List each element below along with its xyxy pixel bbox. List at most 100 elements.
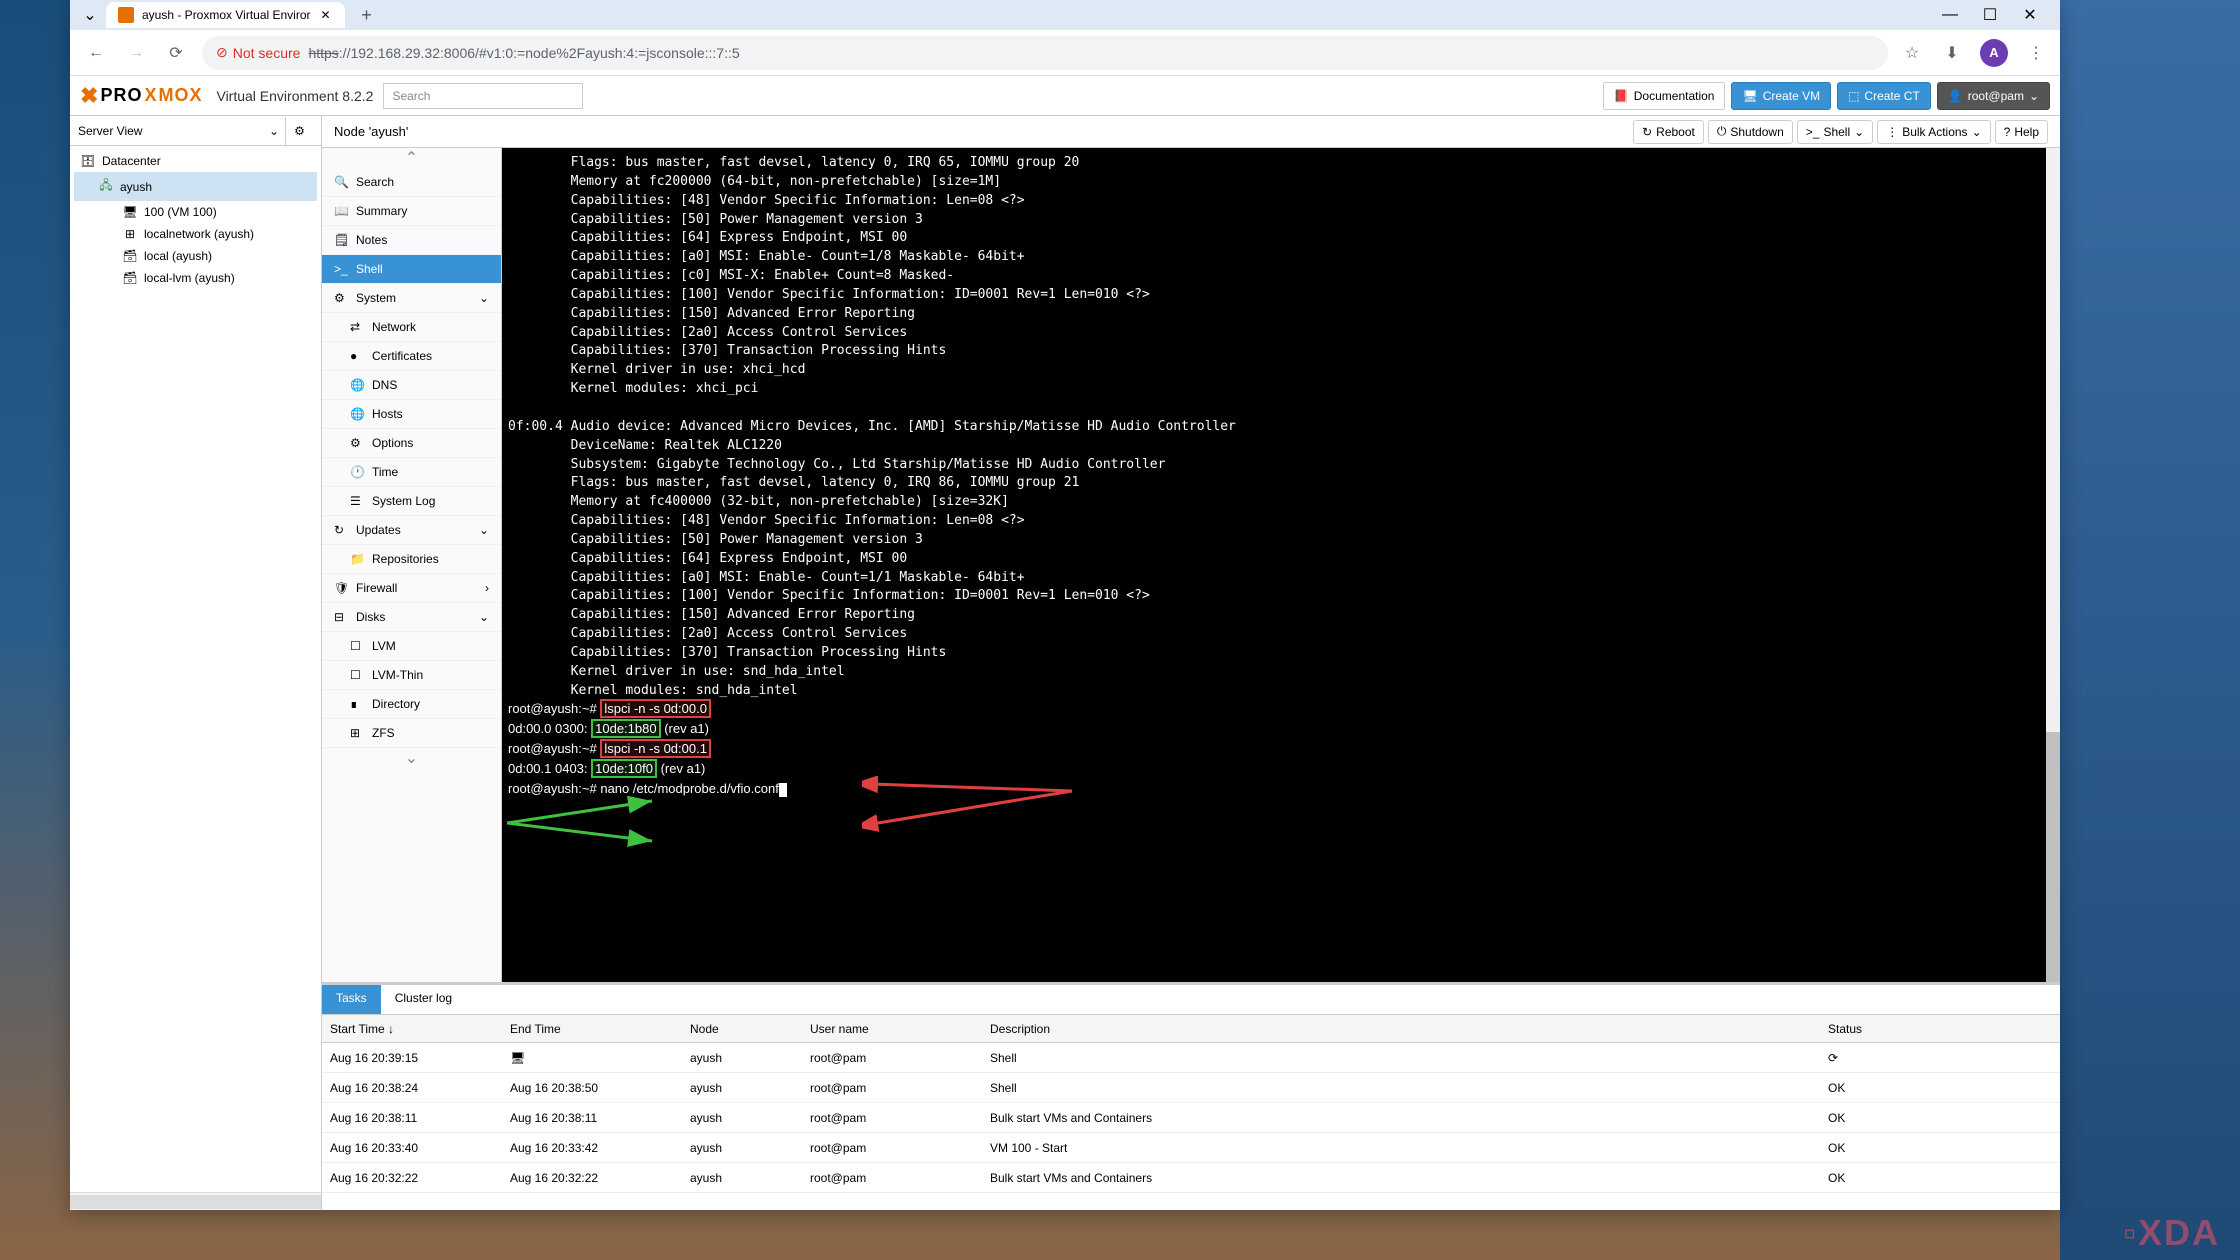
reboot-button[interactable]: ↻Reboot (1633, 120, 1704, 144)
tree-local[interactable]: 🗃local (ayush) (74, 245, 317, 267)
header-description[interactable]: Description (982, 1022, 1820, 1036)
table-row[interactable]: Aug 16 20:39:15🖥ayushroot@pamShell⟳ (322, 1043, 2060, 1073)
subnav-scroll-up[interactable]: ⌃ (322, 148, 501, 168)
subnav-shell[interactable]: >_Shell (322, 255, 501, 284)
back-button[interactable]: ← (82, 39, 110, 67)
subnav-search[interactable]: 🔍Search (322, 168, 501, 197)
bulk-actions-button[interactable]: ⋮Bulk Actions ⌄ (1877, 120, 1990, 144)
highlight-id-1: 10de:1b80 (591, 719, 660, 738)
tree-localnetwork[interactable]: ⊞localnetwork (ayush) (74, 223, 317, 245)
desktop-wallpaper-lamp (0, 940, 80, 1260)
browser-tab-bar: ⌄ ayush - Proxmox Virtual Enviror ✕ + — … (70, 0, 2060, 30)
create-ct-button[interactable]: ⬚Create CT (1837, 82, 1931, 110)
tree-datacenter[interactable]: 🗄Datacenter (74, 150, 317, 172)
book-icon: 📕 (1614, 89, 1629, 103)
view-selector[interactable]: Server View ⌄ (78, 124, 279, 138)
subnav-system[interactable]: ⚙System⌄ (322, 284, 501, 313)
subnav-firewall[interactable]: 🛡Firewall› (322, 574, 501, 603)
subnav-summary[interactable]: 📖Summary (322, 197, 501, 226)
header-status[interactable]: Status (1820, 1022, 2060, 1036)
certificate-icon: ● (350, 349, 364, 363)
table-row[interactable]: Aug 16 20:38:24Aug 16 20:38:50ayushroot@… (322, 1073, 2060, 1103)
tree-vm-100[interactable]: 🖥100 (VM 100) (74, 201, 317, 223)
subnav-lvm[interactable]: ☐LVM (322, 632, 501, 661)
node-icon: 🖧 (98, 176, 114, 197)
subnav-scroll-down[interactable]: ⌄ (322, 748, 501, 768)
subnav-lvm-thin[interactable]: ☐LVM-Thin (322, 661, 501, 690)
browser-menu-icon[interactable]: ⋮ (2024, 41, 2048, 65)
subnav-repositories[interactable]: 📁Repositories (322, 545, 501, 574)
subnav-updates[interactable]: ↻Updates⌄ (322, 516, 501, 545)
subnav-hosts[interactable]: 🌐Hosts (322, 400, 501, 429)
log-tab-tasks[interactable]: Tasks (322, 985, 381, 1014)
tree-horizontal-scrollbar[interactable] (70, 1192, 321, 1210)
user-menu-button[interactable]: 👤root@pam ⌄ (1937, 82, 2050, 110)
not-secure-badge[interactable]: ⊘ Not secure (216, 44, 300, 61)
global-search-input[interactable]: Search (383, 83, 583, 109)
bookmark-star-icon[interactable]: ☆ (1900, 41, 1924, 65)
monitor-icon: 🖥 (122, 205, 138, 219)
node-toolbar: Node 'ayush' ↻Reboot ⏻Shutdown >_Shell ⌄… (322, 116, 2060, 148)
cube-icon: ⬚ (1848, 89, 1859, 103)
header-start-time[interactable]: Start Time ↓ (322, 1022, 502, 1036)
tab-title: ayush - Proxmox Virtual Enviror (142, 8, 311, 22)
tree-local-lvm[interactable]: 🗃local-lvm (ayush) (74, 267, 317, 289)
new-tab-button[interactable]: + (353, 1, 381, 29)
close-window-button[interactable]: ✕ (2020, 5, 2040, 25)
highlight-cmd-2: lspci -n -s 0d:00.1 (600, 739, 711, 758)
url-text: https://192.168.29.32:8006/#v1:0:=node%2… (308, 45, 739, 61)
task-table-header[interactable]: Start Time ↓ End Time Node User name Des… (322, 1015, 2060, 1043)
table-row[interactable]: Aug 16 20:32:22Aug 16 20:32:22ayushroot@… (322, 1163, 2060, 1193)
table-row[interactable]: Aug 16 20:38:11Aug 16 20:38:11ayushroot@… (322, 1103, 2060, 1133)
subnav-dns[interactable]: 🌐DNS (322, 371, 501, 400)
monitor-icon: 🖥 (510, 1051, 525, 1065)
shell-dropdown-button[interactable]: >_Shell ⌄ (1797, 120, 1873, 144)
subnav-directory[interactable]: ∎Directory (322, 690, 501, 719)
reload-button[interactable]: ⟳ (162, 39, 190, 67)
tab-close-icon[interactable]: ✕ (319, 8, 333, 22)
subnav-zfs[interactable]: ⊞ZFS (322, 719, 501, 748)
maximize-button[interactable]: ☐ (1980, 5, 2000, 25)
log-tab-cluster[interactable]: Cluster log (381, 985, 466, 1014)
downloads-icon[interactable]: ⬇ (1940, 41, 1964, 65)
help-button[interactable]: ?Help (1995, 120, 2048, 144)
gear-icon: ⚙ (350, 436, 364, 450)
minimize-button[interactable]: — (1940, 5, 1960, 25)
address-bar: ← → ⟳ ⊘ Not secure https://192.168.29.32… (70, 30, 2060, 76)
browser-tab-active[interactable]: ayush - Proxmox Virtual Enviror ✕ (106, 2, 345, 28)
documentation-button[interactable]: 📕Documentation (1603, 82, 1726, 110)
shutdown-button[interactable]: ⏻Shutdown (1708, 120, 1793, 144)
chevron-down-icon: ⌄ (479, 523, 489, 537)
proxmox-logo[interactable]: ✖ PROXMOX (80, 83, 202, 109)
terminal-scrollbar[interactable] (2046, 148, 2060, 982)
disk-icon: ⊟ (334, 610, 348, 624)
table-row[interactable]: Aug 16 20:33:40Aug 16 20:33:42ayushroot@… (322, 1133, 2060, 1163)
create-vm-button[interactable]: 🖥Create VM (1731, 82, 1831, 110)
profile-avatar[interactable]: A (1980, 39, 2008, 67)
tab-list-dropdown[interactable]: ⌄ (78, 3, 102, 27)
chevron-right-icon: › (485, 581, 489, 595)
subnav-certificates[interactable]: ●Certificates (322, 342, 501, 371)
header-end-time[interactable]: End Time (502, 1022, 682, 1036)
tree-node-ayush[interactable]: 🖧ayush (74, 172, 317, 201)
globe-icon: 🌐 (350, 407, 364, 421)
tree-settings-button[interactable]: ⚙ (285, 117, 313, 145)
chevron-down-icon: ⌄ (479, 610, 489, 624)
forward-button[interactable]: → (122, 39, 150, 67)
subnav-disks[interactable]: ⊟Disks⌄ (322, 603, 501, 632)
disk-icon: 🗃 (122, 249, 138, 263)
subnav-time[interactable]: 🕐Time (322, 458, 501, 487)
subnav-notes[interactable]: 🗒Notes (322, 226, 501, 255)
header-user[interactable]: User name (802, 1022, 982, 1036)
product-version: Virtual Environment 8.2.2 (216, 88, 373, 104)
header-node[interactable]: Node (682, 1022, 802, 1036)
subnav-network[interactable]: ⇄Network (322, 313, 501, 342)
menu-icon: ⋮ (1886, 125, 1898, 139)
subnav-system-log[interactable]: ☰System Log (322, 487, 501, 516)
url-input[interactable]: ⊘ Not secure https://192.168.29.32:8006/… (202, 36, 1888, 70)
shell-terminal[interactable]: Flags: bus master, fast devsel, latency … (502, 148, 2060, 982)
subnav-options[interactable]: ⚙Options (322, 429, 501, 458)
user-icon: 👤 (1948, 89, 1963, 103)
server-icon: 🗄 (80, 154, 96, 168)
square-icon: ☐ (350, 668, 364, 682)
